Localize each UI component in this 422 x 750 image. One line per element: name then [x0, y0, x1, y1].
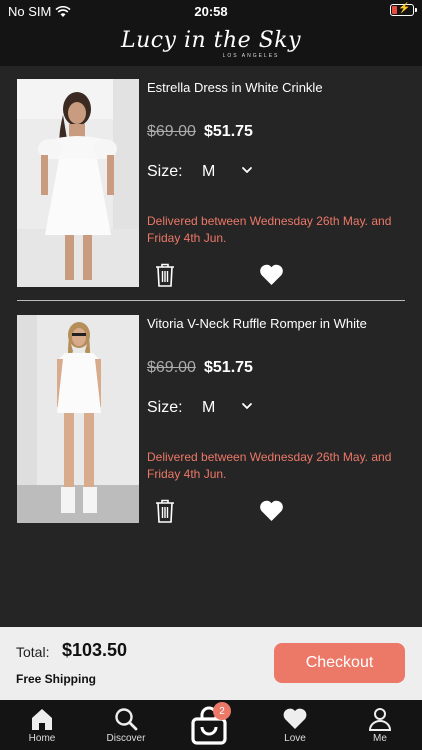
cart-count-badge: 2 [213, 702, 231, 720]
tab-label: Discover [106, 733, 146, 744]
tab-discover[interactable]: Discover [84, 700, 168, 750]
product-image[interactable] [17, 315, 139, 523]
delivery-estimate: Delivered between Wednesday 26th May. an… [147, 214, 392, 245]
item-divider [17, 300, 405, 301]
status-bar: No SIM 20:58 ⚡ [0, 0, 422, 22]
home-icon [32, 709, 52, 730]
original-price: $69.00 [147, 123, 196, 140]
product-title[interactable]: Estrella Dress in White Crinkle [147, 80, 323, 95]
tab-label: Me [373, 733, 387, 744]
total-label: Total: [16, 644, 50, 660]
brand-logo-sub: LOS ANGELES [222, 52, 280, 59]
tab-me[interactable]: Me [338, 700, 422, 750]
user-icon [368, 708, 392, 731]
sale-price: $51.75 [204, 359, 253, 376]
sale-price: $51.75 [204, 123, 253, 140]
checkout-button[interactable]: Checkout [274, 643, 405, 683]
clock: 20:58 [194, 4, 228, 19]
tab-label: Love [284, 733, 306, 744]
tab-bag[interactable]: 2 [169, 700, 253, 750]
size-select[interactable]: M [202, 399, 215, 417]
tab-label: Home [28, 733, 56, 744]
cart-list: Estrella Dress in White Crinkle $69.00 $… [0, 66, 422, 627]
brand-logo: Lucy in the Sky [120, 27, 302, 53]
original-price: $69.00 [147, 359, 196, 376]
trash-icon[interactable] [155, 499, 175, 523]
cart-item: Estrella Dress in White Crinkle $69.00 $… [0, 66, 422, 302]
total-value: $103.50 [62, 640, 128, 660]
tab-love[interactable]: Love [253, 700, 337, 750]
trash-icon[interactable] [155, 263, 175, 287]
heart-icon[interactable] [259, 264, 284, 286]
chevron-down-icon[interactable] [240, 163, 254, 177]
app-header: Lucy in the Sky LOS ANGELES [0, 22, 422, 66]
checkout-bar: Total: $103.50 Free Shipping Checkout [0, 627, 422, 700]
cart-item: Vitoria V-Neck Ruffle Romper in White $6… [0, 302, 422, 538]
search-icon [115, 708, 138, 731]
tab-bar: Home Discover 2 Love Me [0, 700, 422, 750]
size-label: Size: [147, 163, 183, 180]
size-select[interactable]: M [202, 163, 215, 181]
battery-icon: ⚡ [390, 3, 417, 16]
product-title[interactable]: Vitoria V-Neck Ruffle Romper in White [147, 316, 367, 331]
product-image[interactable] [17, 79, 139, 287]
heart-icon [283, 708, 307, 729]
shipping-note: Free Shipping [16, 672, 97, 686]
heart-icon[interactable] [259, 500, 284, 522]
size-label: Size: [147, 399, 183, 416]
tab-home[interactable]: Home [0, 700, 84, 750]
chevron-down-icon[interactable] [240, 399, 254, 413]
delivery-estimate: Delivered between Wednesday 26th May. an… [147, 450, 392, 481]
